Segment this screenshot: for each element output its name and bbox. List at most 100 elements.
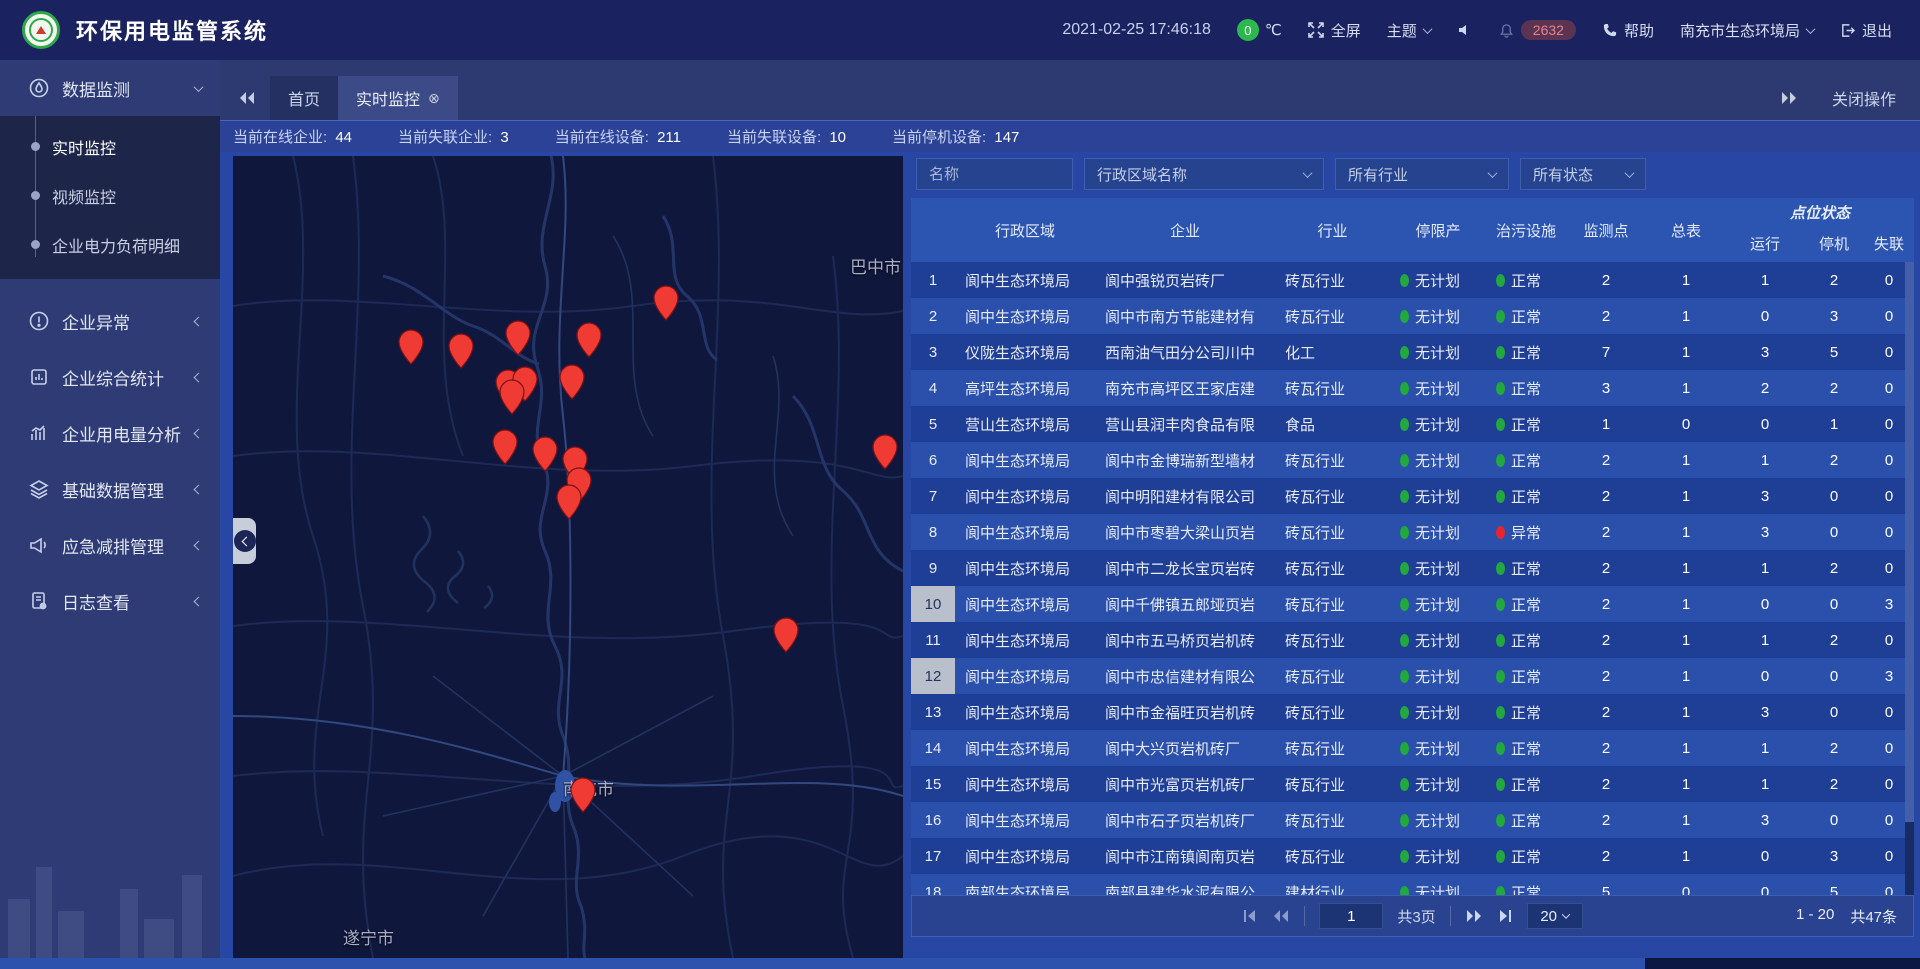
status-dot-green [1496, 346, 1505, 359]
sidebar-subitem-视频监控[interactable]: 视频监控 [0, 171, 220, 220]
table-row[interactable]: 5营山生态环境局营山县润丰肉食品有限食品无计划正常10010 [911, 406, 1914, 442]
status-filter-select[interactable]: 所有状态 [1520, 158, 1646, 190]
table-cell: 阆中生态环境局 [955, 586, 1095, 622]
tab-实时监控[interactable]: 实时监控⊗ [338, 76, 458, 120]
log-icon [28, 590, 50, 612]
map-pin-icon[interactable] [448, 333, 474, 369]
horizontal-scrollbar[interactable] [0, 958, 1920, 969]
table-cell: 0 [1726, 658, 1804, 694]
sidebar-item-6[interactable]: 应急减排管理 [0, 517, 220, 573]
map-pin-icon[interactable] [398, 329, 424, 365]
map-pin-icon[interactable] [872, 434, 898, 470]
table-header: 行政区域企业行业停限产治污设施监测点总表点位状态运行停机失联 [911, 198, 1914, 262]
table-cell: 1 [1646, 658, 1726, 694]
table-cell: 化工 [1275, 334, 1390, 370]
org-dropdown[interactable]: 南充市生态环境局 [1680, 20, 1814, 41]
table-cell: 阆中大兴页岩机砖厂 [1095, 730, 1275, 766]
table-cell: 正常 [1486, 586, 1566, 622]
map-pin-icon[interactable] [492, 429, 518, 465]
table-row[interactable]: 9阆中生态环境局阆中市二龙长宝页岩砖砖瓦行业无计划正常21120 [911, 550, 1914, 586]
map-pin-icon[interactable] [505, 320, 531, 356]
table-row[interactable]: 10阆中生态环境局阆中千佛镇五郎垭页岩砖瓦行业无计划正常21003 [911, 586, 1914, 622]
page-number-input[interactable] [1319, 903, 1383, 929]
table-row[interactable]: 14阆中生态环境局阆中大兴页岩机砖厂砖瓦行业无计划正常21120 [911, 730, 1914, 766]
mute-button[interactable] [1457, 22, 1473, 38]
table-row[interactable]: 17阆中生态环境局阆中市江南镇阆南页岩砖瓦行业无计划正常21030 [911, 838, 1914, 874]
table-cell: 1 [1646, 586, 1726, 622]
table-cell: 阆中生态环境局 [955, 298, 1095, 334]
sidebar-item-2[interactable]: 企业异常 [0, 293, 220, 349]
last-page-button[interactable] [1497, 909, 1513, 923]
name-filter-input[interactable] [929, 166, 1060, 183]
main-content: 巴中市南充市遂宁市 行政区域名称 所有行业 所有状态 [220, 152, 1920, 969]
table-row[interactable]: 2阆中生态环境局阆中市南方节能建材有砖瓦行业无计划正常21030 [911, 298, 1914, 334]
table-row[interactable]: 11阆中生态环境局阆中市五马桥页岩机砖砖瓦行业无计划正常21120 [911, 622, 1914, 658]
table-cell: 1 [1726, 766, 1804, 802]
industry-filter-select[interactable]: 所有行业 [1335, 158, 1509, 190]
sidebar-item-7[interactable]: 日志查看 [0, 573, 220, 629]
sidebar-subitem-企业电力负荷明细[interactable]: 企业电力负荷明细 [0, 220, 220, 269]
panel-collapse-button[interactable] [233, 518, 256, 564]
map-pin-icon[interactable] [576, 322, 602, 358]
scrollbar-thumb[interactable] [1905, 262, 1914, 822]
map-pin-icon[interactable] [653, 285, 679, 321]
sidebar-item-5[interactable]: 基础数据管理 [0, 461, 220, 517]
previous-page-button[interactable] [1272, 909, 1290, 923]
status-dot-green [1496, 382, 1505, 395]
status-dot-green [1400, 598, 1409, 611]
map-pin-icon[interactable] [499, 379, 525, 415]
sidebar-item-label: 企业综合统计 [62, 365, 164, 390]
map-pin-icon[interactable] [570, 777, 596, 813]
table-cell: 3 [911, 334, 955, 370]
region-filter-select[interactable]: 行政区域名称 [1084, 158, 1324, 190]
chevron-down-icon [1303, 168, 1313, 178]
table-cell: 2 [1566, 478, 1646, 514]
map-panel[interactable]: 巴中市南充市遂宁市 [233, 156, 903, 958]
table-cell: 阆中生态环境局 [955, 262, 1095, 298]
first-page-button[interactable] [1242, 909, 1258, 923]
table-cell: 无计划 [1390, 730, 1486, 766]
alert-icon [28, 310, 50, 332]
map-pin-icon[interactable] [559, 364, 585, 400]
logout-button[interactable]: 退出 [1840, 20, 1892, 41]
tab-scroll-left-button[interactable] [224, 76, 270, 120]
table-row[interactable]: 18南部生态环境局南部县建华水泥有限公建材行业无计划正常50050 [911, 874, 1914, 895]
table-cell: 1 [1566, 406, 1646, 442]
table-row[interactable]: 8阆中生态环境局阆中市枣碧大梁山页岩砖瓦行业无计划异常21300 [911, 514, 1914, 550]
table-cell: 12 [911, 658, 955, 694]
notifications-button[interactable]: 2632 [1499, 20, 1576, 40]
table-row[interactable]: 6阆中生态环境局阆中市金博瑞新型墙材砖瓦行业无计划正常21120 [911, 442, 1914, 478]
map-pin-icon[interactable] [532, 436, 558, 472]
help-button[interactable]: 帮助 [1602, 20, 1654, 41]
table-row[interactable]: 3仪陇生态环境局西南油气田分公司川中化工无计划正常71350 [911, 334, 1914, 370]
sidebar-item-1[interactable]: 数据监测 [0, 60, 220, 116]
close-operations-dropdown[interactable]: 关闭操作 [1832, 86, 1896, 110]
sidebar-item-4[interactable]: 企业用电量分析 [0, 405, 220, 461]
table-row[interactable]: 1阆中生态环境局阆中强锐页岩砖厂砖瓦行业无计划正常21120 [911, 262, 1914, 298]
table-cell: 正常 [1486, 370, 1566, 406]
map-pin-icon[interactable] [556, 484, 582, 520]
sidebar-item-3[interactable]: 企业综合统计 [0, 349, 220, 405]
table-cell: 阆中市光富页岩机砖厂 [1095, 766, 1275, 802]
table-row[interactable]: 4高坪生态环境局南充市高坪区王家店建砖瓦行业无计划正常31220 [911, 370, 1914, 406]
tab-首页[interactable]: 首页 [270, 76, 338, 120]
status-dot-green [1400, 778, 1409, 791]
sidebar-subitem-实时监控[interactable]: 实时监控 [0, 122, 220, 171]
table-row[interactable]: 16阆中生态环境局阆中市石子页岩机砖厂砖瓦行业无计划正常21300 [911, 802, 1914, 838]
map-pin-icon[interactable] [773, 617, 799, 653]
theme-dropdown[interactable]: 主题 [1387, 20, 1431, 41]
scrollbar-thumb[interactable] [0, 958, 1645, 969]
double-right-icon[interactable] [1780, 91, 1798, 105]
table-row[interactable]: 13阆中生态环境局阆中市金福旺页岩机砖砖瓦行业无计划正常21300 [911, 694, 1914, 730]
table-cell: 无计划 [1390, 514, 1486, 550]
stat-当前在线设备: 当前在线设备: 211 [555, 126, 681, 147]
table-cell: 阆中市石子页岩机砖厂 [1095, 802, 1275, 838]
table-row[interactable]: 7阆中生态环境局阆中明阳建材有限公司砖瓦行业无计划正常21300 [911, 478, 1914, 514]
table-row[interactable]: 15阆中生态环境局阆中市光富页岩机砖厂砖瓦行业无计划正常21120 [911, 766, 1914, 802]
table-vertical-scrollbar[interactable] [1905, 262, 1914, 895]
next-page-button[interactable] [1465, 909, 1483, 923]
table-row[interactable]: 12阆中生态环境局阆中市忠信建材有限公砖瓦行业无计划正常21003 [911, 658, 1914, 694]
fullscreen-button[interactable]: 全屏 [1308, 20, 1361, 41]
close-icon[interactable]: ⊗ [428, 90, 440, 107]
page-size-select[interactable]: 20 [1527, 903, 1583, 929]
